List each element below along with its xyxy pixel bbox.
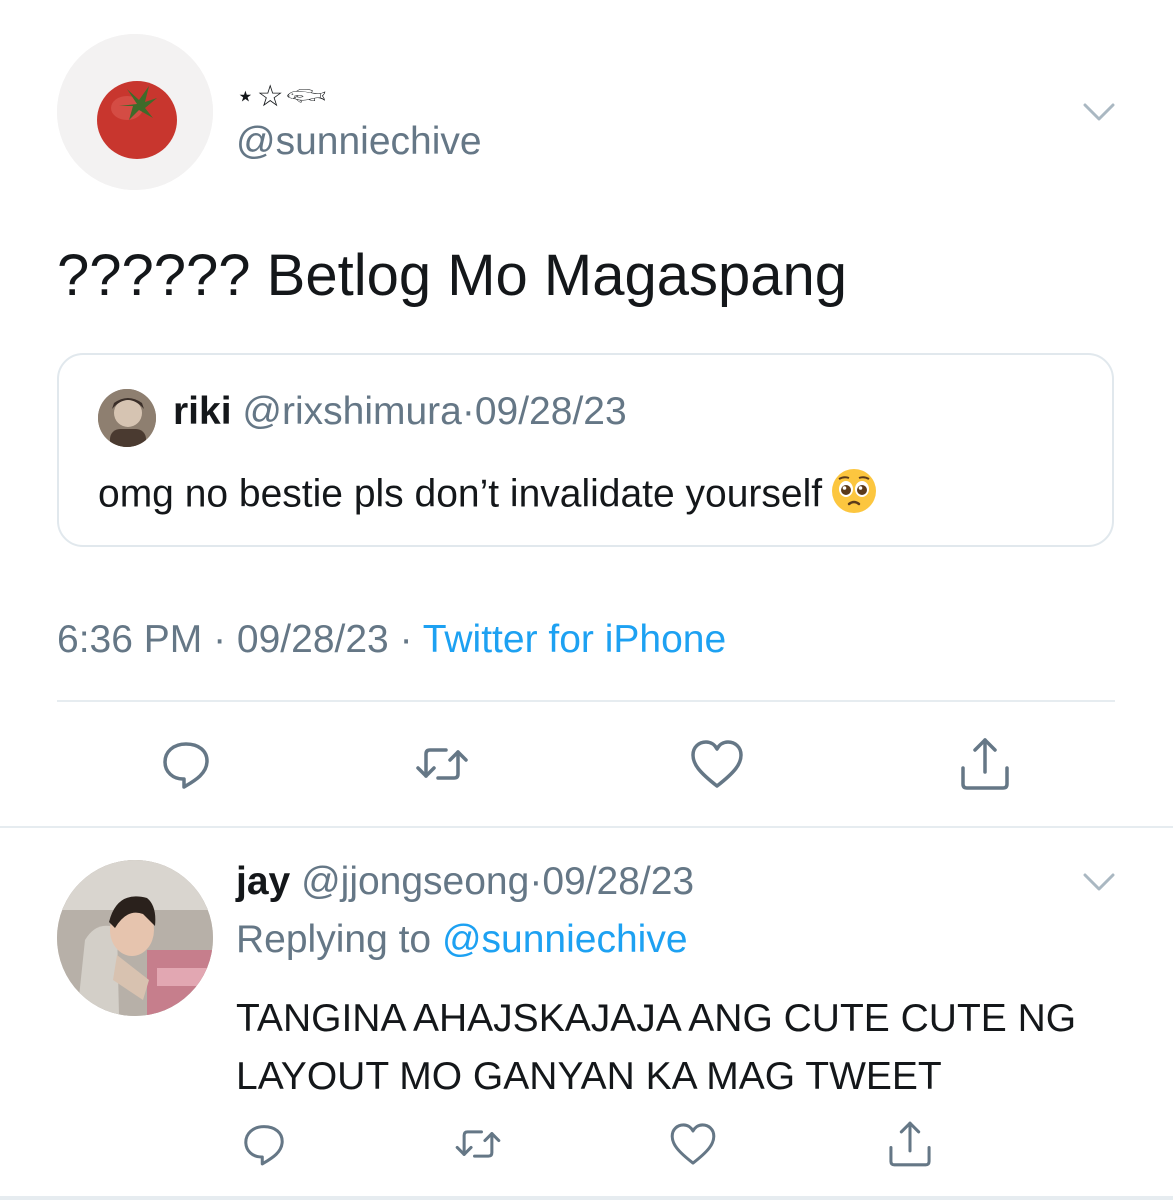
avatar[interactable] bbox=[57, 34, 213, 190]
chevron-down-icon[interactable] bbox=[1083, 872, 1115, 892]
quoted-text-body: omg no bestie pls don’t invalidate yours… bbox=[98, 472, 823, 516]
tweet-source-link[interactable]: Twitter for iPhone bbox=[423, 618, 726, 661]
separator-dot: · bbox=[202, 618, 237, 661]
quoted-handle[interactable]: @rixshimura bbox=[242, 390, 461, 433]
quoted-tweet-card[interactable]: riki @rixshimura·09/28/23 omg no bestie … bbox=[57, 353, 1114, 547]
reply-header: jay @jjongseong·09/28/23 bbox=[236, 860, 694, 904]
divider bbox=[57, 700, 1115, 702]
quoted-tweet-text: omg no bestie pls don’t invalidate yours… bbox=[98, 467, 878, 525]
retweet-icon[interactable] bbox=[412, 734, 472, 794]
separator-dot: · bbox=[388, 618, 423, 661]
quoted-tweet-header: riki @rixshimura·09/28/23 bbox=[173, 390, 627, 434]
reply-date: 09/28/23 bbox=[542, 860, 695, 903]
tweet-meta: 6:36 PM · 09/28/23 · Twitter for iPhone bbox=[57, 618, 726, 662]
reply-icon[interactable] bbox=[238, 1118, 290, 1170]
divider bbox=[0, 1196, 1173, 1200]
heart-icon[interactable] bbox=[687, 734, 747, 794]
tomato-avatar-image bbox=[57, 34, 213, 190]
tweet-text: ?????? Betlog Mo Magaspang bbox=[57, 243, 848, 308]
heart-icon[interactable] bbox=[667, 1118, 719, 1170]
user-handle[interactable]: @sunniechive bbox=[236, 120, 482, 164]
tweet-date[interactable]: 09/28/23 bbox=[237, 618, 389, 661]
chevron-down-icon[interactable] bbox=[1083, 102, 1115, 122]
display-name[interactable]: ⋆☆𓆟 bbox=[236, 66, 329, 116]
quoted-date: 09/28/23 bbox=[474, 390, 627, 433]
quoted-display-name[interactable]: riki bbox=[173, 390, 232, 433]
separator-dot: · bbox=[529, 860, 543, 903]
replying-to: Replying to @sunniechive bbox=[236, 918, 688, 962]
tweet-time[interactable]: 6:36 PM bbox=[57, 618, 202, 661]
pleading-face-emoji bbox=[830, 467, 878, 525]
quoted-avatar bbox=[98, 389, 156, 447]
divider bbox=[0, 826, 1173, 828]
reply-handle[interactable]: @jjongseong bbox=[301, 860, 529, 903]
replying-to-mention[interactable]: @sunniechive bbox=[442, 918, 688, 961]
share-icon[interactable] bbox=[884, 1118, 936, 1170]
reply-display-name[interactable]: jay bbox=[236, 860, 290, 903]
separator-dot: · bbox=[461, 390, 475, 433]
share-icon[interactable] bbox=[955, 734, 1015, 794]
reply-text: TANGINA AHAJSKAJAJA ANG CUTE CUTE NG LAY… bbox=[236, 997, 1077, 1098]
reply-avatar[interactable] bbox=[57, 860, 213, 1016]
reply-icon[interactable] bbox=[156, 734, 216, 794]
retweet-icon[interactable] bbox=[452, 1118, 504, 1170]
replying-to-label: Replying to bbox=[236, 918, 442, 961]
